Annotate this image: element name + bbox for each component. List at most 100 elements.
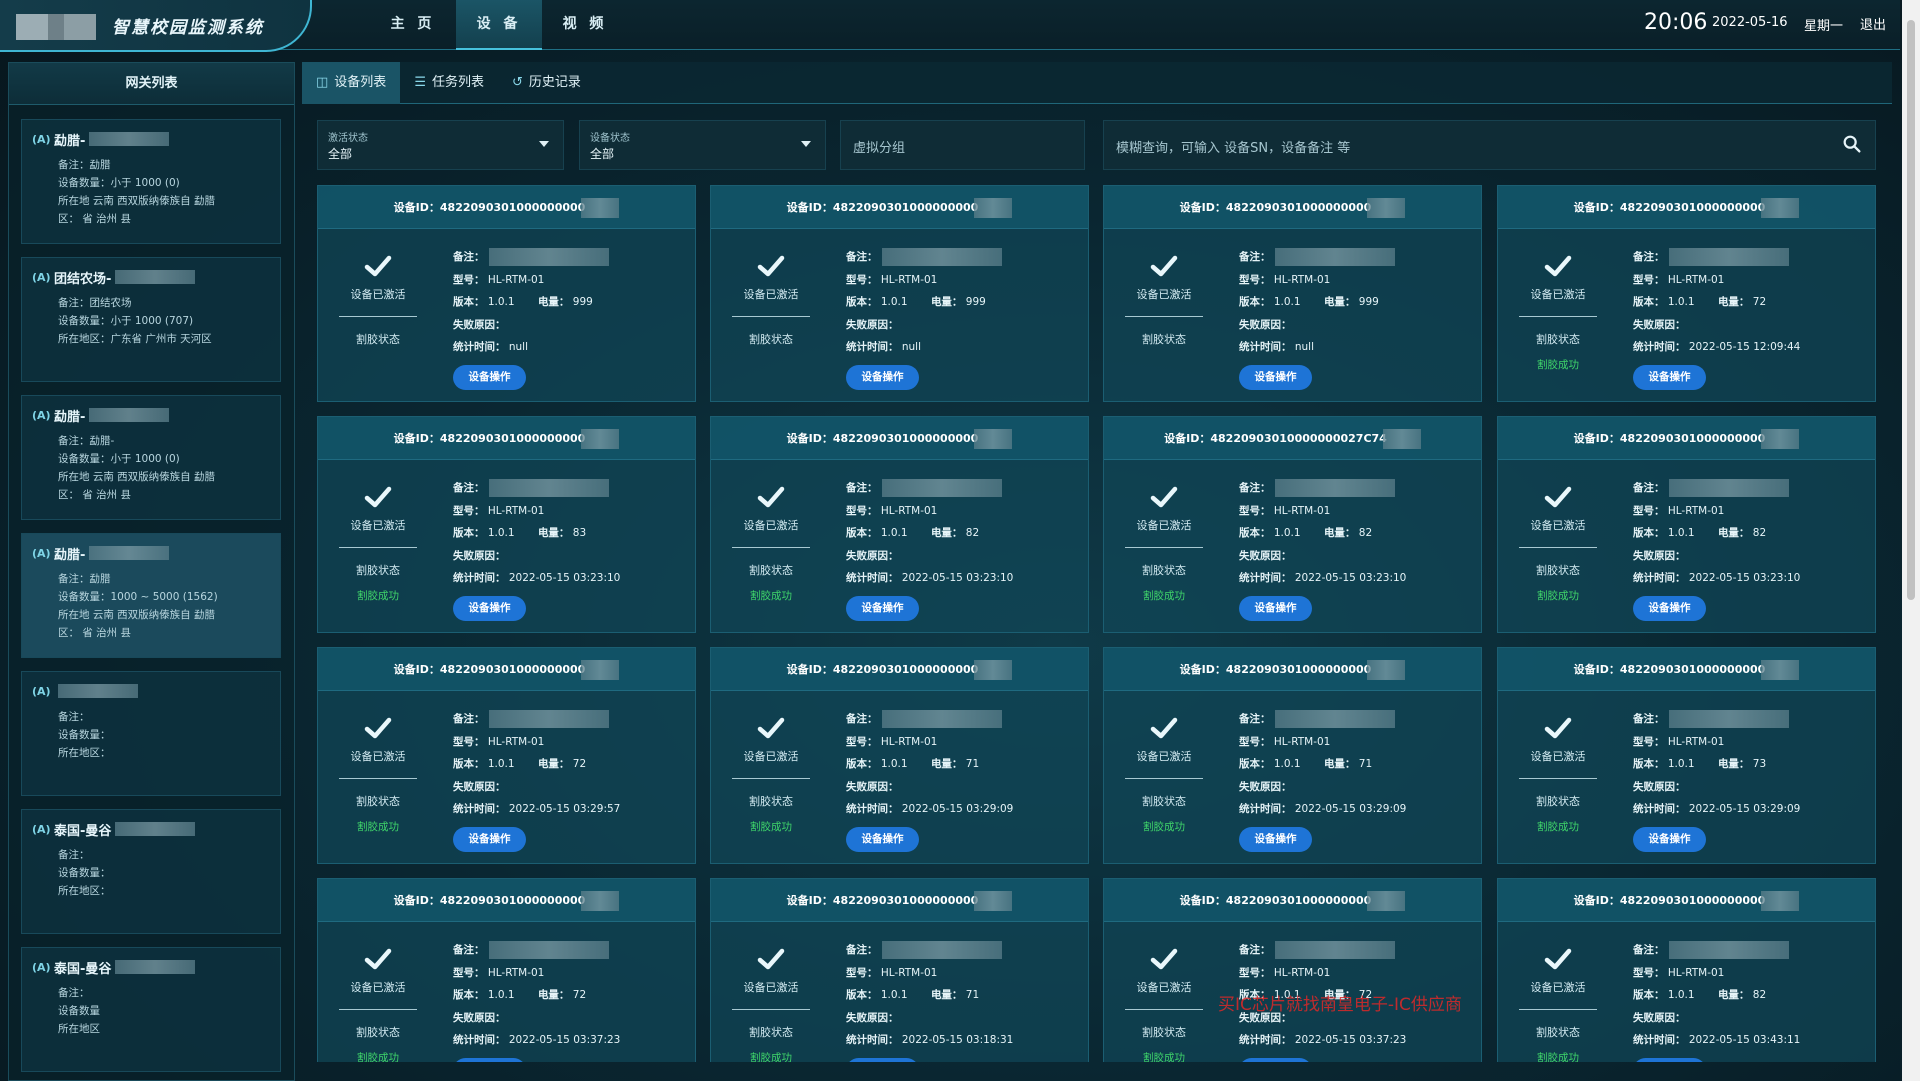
search-input[interactable]: 模糊查询，可输入 设备SN，设备备注 等 (1103, 120, 1876, 170)
nav-devices[interactable]: 设 备 (456, 0, 542, 50)
device-card[interactable]: 设备ID：4822090301000000000 设备已激活 割胶状态 割胶成功 备注：… (317, 416, 696, 633)
device-operation-button[interactable]: 设备操作 (846, 827, 919, 852)
battery-value: 72 (572, 989, 587, 1001)
version-row: 版本： 1.0.1 电量： 73 (1633, 753, 1868, 776)
device-status-select[interactable]: 设备状态 全部 (579, 120, 826, 170)
activated-label: 设备已激活 (743, 750, 799, 763)
device-operation-button[interactable]: 设备操作 (1633, 365, 1706, 390)
device-operation-button[interactable]: 设备操作 (453, 1058, 526, 1062)
gateway-card[interactable]: (A) 勐腊- 备注：勐腊- 设备数量：小于 1000 (0) 所在地 云南 西双版纳傣… (21, 395, 281, 520)
gateway-card[interactable]: (A) 勐腊- 备注：勐腊 设备数量：小于 1000 (0) 所在地 云南 西双版纳傣族… (21, 119, 281, 244)
device-card[interactable]: 设备ID：4822090301000000000 设备已激活 割胶状态 割胶成功 备注：… (1103, 878, 1482, 1062)
device-operation-button[interactable]: 设备操作 (1239, 827, 1312, 852)
device-card[interactable]: 设备ID：4822090301000000000 设备已激活 割胶状态 割胶成功 备注：… (1497, 416, 1876, 633)
device-card[interactable]: 设备ID：48220903010000000027C74 设备已激活 割胶状态 割胶成… (1103, 416, 1482, 633)
chevron-down-icon (539, 141, 549, 147)
redacted-block (1367, 198, 1406, 218)
check-icon (1150, 255, 1178, 277)
nav-home[interactable]: 主 页 (370, 0, 456, 50)
version-label: 版本： (846, 758, 878, 770)
tab-device-list[interactable]: ◫ 设备列表 (302, 62, 401, 104)
gateway-card[interactable]: (A) 勐腊- 备注：勐腊 设备数量：1000 ~ 5000 (1562) 所在地 云南… (21, 533, 281, 658)
redacted-block (115, 960, 196, 974)
cut-success-label: 割胶成功 (1143, 590, 1185, 602)
device-operation-button[interactable]: 设备操作 (453, 365, 526, 390)
device-card[interactable]: 设备ID：4822090301000000000 设备已激活 割胶状态 备注： 型号： … (1103, 185, 1482, 402)
search-icon[interactable] (1841, 133, 1863, 155)
stat-time-row: 统计时间： 2022-05-15 03:23:10 (453, 567, 688, 590)
gateway-card[interactable]: (A) 团结农场- 备注：团结农场 设备数量：小于 1000 (707) 所在地区：广东… (21, 257, 281, 382)
redacted-block (89, 132, 170, 146)
redacted-block (881, 479, 1002, 497)
stat-time-label: 统计时间： (453, 341, 506, 353)
device-card[interactable]: 设备ID：4822090301000000000 设备已激活 割胶状态 割胶成功 备注：… (317, 878, 696, 1062)
remark-label: 备注： (846, 251, 878, 263)
antenna-icon: (A) (32, 132, 51, 146)
redacted-block (881, 248, 1002, 266)
device-operation-button[interactable]: 设备操作 (846, 365, 919, 390)
device-operation-button[interactable]: 设备操作 (846, 596, 919, 621)
remark-label: 备注： (1239, 482, 1271, 494)
remark-label: 备注： (1633, 482, 1665, 494)
remark-row: 备注： (453, 246, 688, 269)
logout-link[interactable]: 退出 (1860, 14, 1886, 33)
device-operation-button[interactable]: 设备操作 (1633, 827, 1706, 852)
device-card[interactable]: 设备ID：4822090301000000000 设备已激活 割胶状态 割胶成功 备注：… (317, 647, 696, 864)
gateway-card[interactable]: (A) 泰国-曼谷 备注： 设备数量： 所在地区： (21, 809, 281, 934)
activated-label: 设备已激活 (743, 981, 799, 994)
device-card[interactable]: 设备ID：4822090301000000000 设备已激活 割胶状态 割胶成功 备注：… (1497, 878, 1876, 1062)
redacted-block (881, 710, 1002, 728)
device-card[interactable]: 设备ID：4822090301000000000 设备已激活 割胶状态 备注： 型号： … (710, 185, 1089, 402)
device-operation-button[interactable]: 设备操作 (1239, 596, 1312, 621)
stat-time-value: 2022-05-15 12:09:44 (1688, 341, 1801, 353)
activation-status-select[interactable]: 激活状态 全部 (317, 120, 564, 170)
virtual-group-input[interactable]: 虚拟分组 (840, 120, 1085, 170)
device-card[interactable]: 设备ID：4822090301000000000 设备已激活 割胶状态 割胶成功 备注：… (1497, 647, 1876, 864)
device-status-area: 设备已激活 割胶状态 割胶成功 (1518, 947, 1598, 1062)
device-operation-button[interactable]: 设备操作 (1239, 1058, 1312, 1062)
cut-success-label: 割胶成功 (1537, 821, 1579, 833)
device-card[interactable]: 设备ID：4822090301000000000 设备已激活 割胶状态 割胶成功 备注：… (1103, 647, 1482, 864)
device-id-header: 设备ID：48220903010000000027C74 (1104, 417, 1481, 460)
gateway-title: (A) 泰国-曼谷 (32, 818, 270, 840)
model-value: HL-RTM-01 (1667, 273, 1725, 286)
check-icon (1544, 255, 1572, 277)
stat-time-value: 2022-05-15 03:23:10 (1294, 572, 1407, 584)
tab-task-list[interactable]: ☰ 任务列表 (400, 62, 498, 104)
device-operation-button[interactable]: 设备操作 (453, 596, 526, 621)
device-card[interactable]: 设备ID：4822090301000000000 设备已激活 割胶状态 割胶成功 备注：… (710, 647, 1089, 864)
redacted-block (974, 891, 1013, 911)
gateway-info-line: 所在地区 (58, 1023, 100, 1035)
scrollbar-thumb[interactable] (1907, 20, 1915, 600)
gateway-title: (A) 泰国-曼谷 (32, 956, 270, 978)
device-card[interactable]: 设备ID：4822090301000000000 设备已激活 割胶状态 割胶成功 备注：… (1497, 185, 1876, 402)
device-operation-button[interactable]: 设备操作 (1633, 1058, 1706, 1062)
device-operation-button[interactable]: 设备操作 (1239, 365, 1312, 390)
device-id-header: 设备ID：4822090301000000000 (711, 648, 1088, 691)
gateway-card[interactable]: (A) 备注： 设备数量： 所在地区： (21, 671, 281, 796)
cut-success-label: 割胶成功 (1537, 1052, 1579, 1062)
gateway-card[interactable]: (A) 泰国-曼谷 备注： 设备数量 所在地区 (21, 947, 281, 1072)
remark-row: 备注： (453, 477, 688, 500)
stat-time-value: 2022-05-15 03:29:09 (1688, 803, 1801, 815)
device-card[interactable]: 设备ID：4822090301000000000 设备已激活 割胶状态 备注： 型号： … (317, 185, 696, 402)
version-label: 版本： (1239, 296, 1271, 308)
check-icon (364, 486, 392, 508)
stat-time-row: 统计时间： 2022-05-15 03:29:09 (1239, 798, 1474, 821)
stat-time-label: 统计时间： (453, 572, 506, 584)
stat-time-value: null (508, 341, 528, 353)
device-id-value: 4822090301000000000 (1225, 663, 1372, 676)
gateway-name: 勐腊- (54, 133, 86, 149)
device-operation-button[interactable]: 设备操作 (846, 1058, 919, 1062)
stat-time-label: 统计时间： (846, 803, 899, 815)
device-card[interactable]: 设备ID：4822090301000000000 设备已激活 割胶状态 割胶成功 备注：… (710, 878, 1089, 1062)
device-operation-button[interactable]: 设备操作 (1633, 596, 1706, 621)
device-card[interactable]: 设备ID：4822090301000000000 设备已激活 割胶状态 割胶成功 备注：… (710, 416, 1089, 633)
battery-label: 电量： (537, 296, 570, 308)
tab-history[interactable]: ↺ 历史记录 (498, 62, 595, 104)
nav-video[interactable]: 视 频 (542, 0, 628, 50)
page-scrollbar[interactable] (1902, 0, 1920, 1081)
device-operation-button[interactable]: 设备操作 (453, 827, 526, 852)
check-icon (364, 717, 392, 739)
battery-value: 82 (1752, 527, 1767, 539)
